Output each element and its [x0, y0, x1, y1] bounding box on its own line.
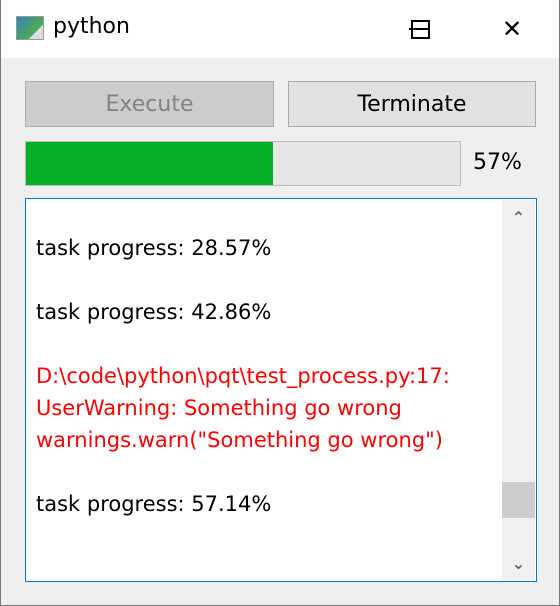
scroll-up-button[interactable]: ⌃	[502, 200, 535, 234]
log-lines: task progress: 28.57% task progress: 42.8…	[36, 200, 450, 520]
chevron-up-icon: ⌃	[511, 207, 526, 227]
scroll-down-button[interactable]: ⌄	[502, 546, 535, 580]
progress-label: 57%	[473, 150, 522, 175]
log-line: task progress: 28.57%	[36, 236, 272, 260]
app-icon	[16, 16, 44, 40]
progress-bar	[25, 141, 461, 186]
vertical-scrollbar[interactable]: ⌃ ⌄	[502, 200, 535, 580]
output-log[interactable]: task progress: 28.57% task progress: 42.8…	[25, 198, 537, 582]
title-bar: python ✕	[1, 0, 559, 58]
terminate-button[interactable]: Terminate	[288, 81, 536, 127]
window-title: python	[53, 14, 130, 39]
log-line: D:\code\python\pqt\test_process.py:17:	[36, 364, 450, 388]
log-line: warnings.warn("Something go wrong")	[36, 428, 443, 452]
main-window: python ✕ Execute Terminate 57% task prog…	[0, 0, 560, 606]
execute-button[interactable]: Execute	[25, 81, 274, 127]
log-line: task progress: 57.14%	[36, 492, 272, 516]
progress-fill	[26, 142, 274, 185]
chevron-down-icon: ⌄	[511, 553, 526, 573]
log-line: task progress: 42.86%	[36, 300, 272, 324]
log-line: UserWarning: Something go wrong	[36, 396, 402, 420]
close-button[interactable]: ✕	[482, 0, 542, 58]
maximize-button[interactable]	[390, 0, 450, 58]
scrollbar-thumb[interactable]	[502, 482, 535, 519]
maximize-icon	[410, 19, 430, 39]
close-icon: ✕	[501, 15, 523, 43]
